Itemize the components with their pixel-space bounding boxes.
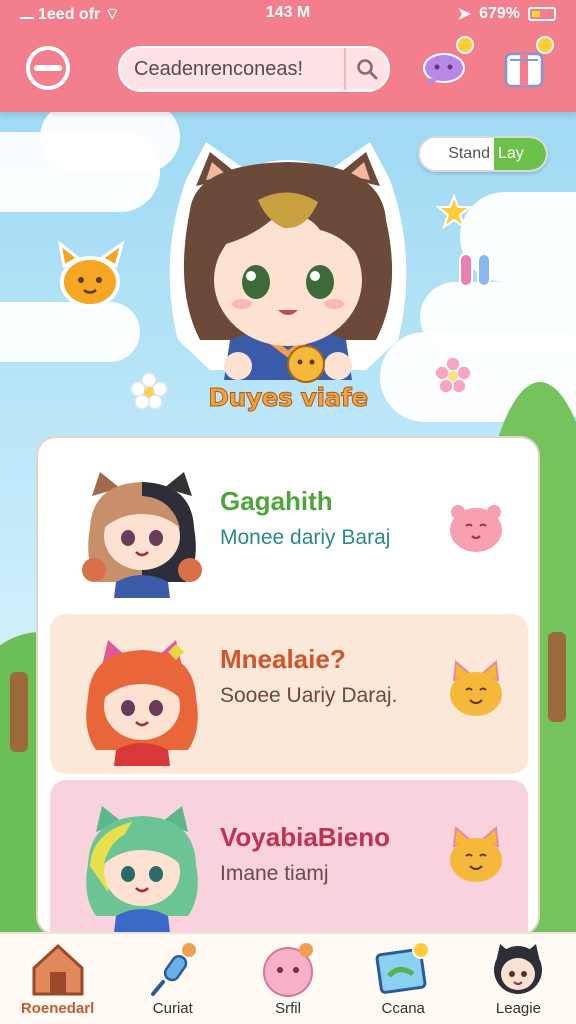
character-list-panel: Gagahith Monee dariy Baraj Mnealaie? Soo… bbox=[36, 436, 540, 936]
nav-item-home[interactable]: Roenedarl bbox=[0, 934, 115, 1024]
map-icon bbox=[375, 941, 431, 994]
character-avatar bbox=[86, 640, 198, 766]
nav-label: Roenedarl bbox=[20, 1000, 95, 1017]
card-title: Mnealaie? bbox=[220, 644, 346, 674]
flower-icon bbox=[434, 356, 472, 394]
star-icon bbox=[436, 194, 472, 230]
microphone-icon bbox=[150, 943, 196, 996]
house-icon bbox=[32, 943, 84, 996]
app-header: 1eed ofr ⌔ 143 M ➤ 679% bbox=[0, 0, 576, 112]
search-bar[interactable] bbox=[118, 46, 390, 92]
status-bar: 1eed ofr ⌔ 143 M ➤ 679% bbox=[0, 0, 576, 28]
chat-bubble-icon[interactable] bbox=[420, 36, 474, 90]
nav-item-srfil[interactable]: Srfil bbox=[230, 934, 345, 1024]
nav-item-curiat[interactable]: Curiat bbox=[115, 934, 230, 1024]
nav-label: Ccana bbox=[381, 1000, 425, 1017]
character-avatar bbox=[82, 472, 202, 598]
search-input[interactable] bbox=[134, 57, 338, 81]
hero-caption: Duyes viafe bbox=[208, 383, 369, 413]
list-item[interactable]: Gagahith Monee dariy Baraj bbox=[50, 446, 528, 610]
card-subtitle: Monee dariy Baraj bbox=[220, 526, 391, 549]
notification-badge bbox=[456, 36, 474, 54]
orange-cat-pet-icon[interactable] bbox=[444, 824, 508, 888]
bunny-ears-icon bbox=[459, 253, 491, 287]
location-arrow-icon: ➤ bbox=[457, 6, 472, 23]
card-title: VoyabiaBieno bbox=[220, 822, 391, 852]
list-item[interactable]: VoyabiaBieno Imane tiamj bbox=[50, 780, 528, 934]
pink-blob-icon bbox=[263, 943, 313, 997]
nav-item-leagie[interactable]: Leagie bbox=[461, 934, 576, 1024]
fox-sticker-icon bbox=[57, 240, 125, 308]
search-icon[interactable] bbox=[344, 48, 388, 90]
pink-blob-pet-icon[interactable] bbox=[444, 496, 508, 560]
profile-avatar-icon bbox=[494, 944, 543, 994]
status-toggle-right[interactable]: Lay bbox=[494, 138, 546, 170]
nav-label: Srfil bbox=[275, 1000, 301, 1017]
hero-character-avatar[interactable] bbox=[156, 140, 420, 400]
nav-label: Curiat bbox=[152, 1000, 193, 1017]
menu-button[interactable] bbox=[26, 46, 70, 90]
notification-badge bbox=[536, 36, 554, 54]
battery-icon bbox=[528, 7, 556, 21]
tree-trunk bbox=[10, 672, 28, 752]
status-toggle[interactable]: Stand Lay bbox=[418, 136, 548, 172]
list-item[interactable]: Mnealaie? Sooee Uariy Daraj. bbox=[50, 614, 528, 774]
card-subtitle: Imane tiamj bbox=[220, 862, 329, 885]
nav-item-ccana[interactable]: Ccana bbox=[346, 934, 461, 1024]
gift-box-icon[interactable] bbox=[500, 36, 554, 90]
battery-status: ➤ 679% bbox=[458, 4, 556, 24]
bottom-nav: Roenedarl Curiat Srfil Ccana Leagie bbox=[0, 932, 576, 1024]
character-avatar bbox=[86, 806, 198, 932]
orange-cat-pet-icon[interactable] bbox=[444, 658, 508, 722]
card-title: Gagahith bbox=[220, 486, 333, 516]
battery-percent: 679% bbox=[479, 5, 520, 22]
nav-label: Leagie bbox=[495, 1000, 541, 1017]
tree-trunk bbox=[548, 632, 566, 722]
status-toggle-left[interactable]: Stand bbox=[420, 138, 494, 170]
card-subtitle: Sooee Uariy Daraj. bbox=[220, 684, 398, 707]
